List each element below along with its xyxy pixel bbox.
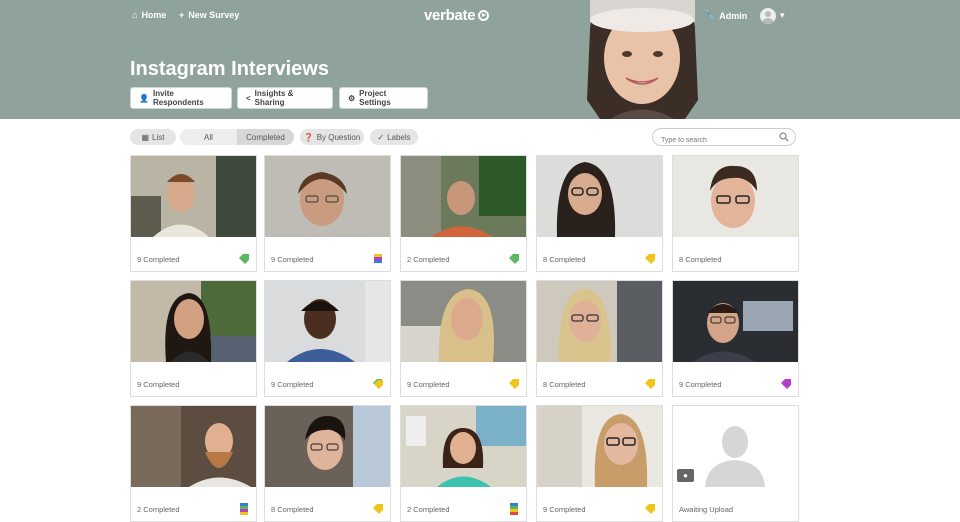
invite-respondents-button[interactable]: 👤 Invite Respondents xyxy=(130,87,232,109)
search-input[interactable] xyxy=(653,132,773,149)
logo-play-icon xyxy=(478,10,490,21)
card-status: 9 Completed xyxy=(137,255,180,264)
insights-sharing-button[interactable]: < Insights & Sharing xyxy=(237,87,333,109)
card-status: 8 Completed xyxy=(271,505,314,514)
status-filter: All Completed xyxy=(180,129,294,145)
notify-bell-icon[interactable]: ● xyxy=(677,469,694,482)
respondent-card[interactable]: 2 Completed xyxy=(400,405,527,522)
search-icon[interactable] xyxy=(779,132,789,142)
top-nav: ⌂ Home + New Survey verbate 🔧 Admin ▾ xyxy=(0,0,960,32)
admin-label: Admin xyxy=(719,10,748,21)
by-question-button[interactable]: ❓ By Question xyxy=(300,129,364,145)
header-banner: ⌂ Home + New Survey verbate 🔧 Admin ▾ In… xyxy=(0,0,960,119)
settings-label: Project Settings xyxy=(359,89,391,107)
question-icon: ❓ xyxy=(303,132,314,142)
chevron-down-icon[interactable]: ▾ xyxy=(780,10,785,21)
label-tag-icon xyxy=(509,379,519,389)
add-user-icon: 👤 xyxy=(139,93,149,103)
list-label: List xyxy=(152,132,165,142)
labels-label: Labels xyxy=(387,132,411,142)
respondent-thumbnail xyxy=(265,406,390,487)
label-stack-icon xyxy=(510,503,518,515)
card-status: 2 Completed xyxy=(407,505,450,514)
respondent-card[interactable]: 8 Completed xyxy=(672,155,799,272)
card-status: 9 Completed xyxy=(137,380,180,389)
label-stack-icon xyxy=(374,254,382,263)
card-status: 9 Completed xyxy=(679,380,722,389)
card-status: 9 Completed xyxy=(407,380,450,389)
card-status: Awaiting Upload xyxy=(679,505,734,514)
respondent-card[interactable]: 9 Completed xyxy=(264,280,391,397)
new-survey-link[interactable]: + New Survey xyxy=(179,10,239,20)
respondent-thumbnail xyxy=(673,281,798,362)
verbate-logo[interactable]: verbate xyxy=(424,7,490,24)
home-link[interactable]: ⌂ Home xyxy=(132,10,166,20)
respondent-card[interactable]: 8 Completed xyxy=(536,155,663,272)
respondent-thumbnail xyxy=(537,156,662,237)
project-settings-button[interactable]: ⚙ Project Settings xyxy=(339,87,428,109)
share-icon: < xyxy=(246,93,251,103)
page-title: Instagram Interviews xyxy=(130,58,329,80)
plus-icon: + xyxy=(179,10,185,20)
wrench-icon: 🔧 xyxy=(704,10,716,20)
respondent-card[interactable]: 8 Completed xyxy=(264,405,391,522)
respondent-card[interactable]: 9 Completed xyxy=(264,155,391,272)
insights-label: Insights & Sharing xyxy=(254,89,294,107)
labels-button[interactable]: ✓ Labels xyxy=(370,129,418,145)
respondent-thumbnail xyxy=(537,406,662,487)
label-stack-icon xyxy=(240,503,248,515)
label-tag-icon xyxy=(781,379,791,389)
card-status: 8 Completed xyxy=(543,380,586,389)
label-tag-icon xyxy=(509,254,519,264)
respondent-card[interactable]: 8 Completed xyxy=(536,280,663,397)
admin-link[interactable]: 🔧 Admin xyxy=(704,10,747,21)
label-tag-icon xyxy=(373,504,383,514)
home-label: Home xyxy=(141,10,167,20)
respondent-thumbnail xyxy=(401,406,526,487)
respondent-card[interactable]: 9 Completed xyxy=(536,405,663,522)
respondent-card[interactable]: 9 Completed xyxy=(672,280,799,397)
filter-all[interactable]: All xyxy=(180,129,237,145)
label-stack-icon xyxy=(373,379,383,389)
filter-bar: ▦ List All Completed ❓ By Question ✓ Lab… xyxy=(0,128,960,149)
home-icon: ⌂ xyxy=(132,10,138,20)
user-avatar[interactable] xyxy=(760,8,776,24)
card-status: 9 Completed xyxy=(543,505,586,514)
by-question-label: By Question xyxy=(316,132,361,142)
respondent-thumbnail xyxy=(131,281,256,362)
respondent-card[interactable]: 2 Completed xyxy=(400,155,527,272)
respondent-card[interactable]: 9 Completed xyxy=(400,280,527,397)
logo-text: verbate xyxy=(424,7,476,24)
list-view-button[interactable]: ▦ List xyxy=(130,129,176,145)
new-survey-label: New Survey xyxy=(188,10,240,20)
label-tag-icon xyxy=(645,504,655,514)
gear-icon: ⚙ xyxy=(348,93,356,103)
card-status: 9 Completed xyxy=(271,255,314,264)
respondent-thumbnail xyxy=(673,156,798,237)
search-box xyxy=(652,128,796,149)
list-icon: ▦ xyxy=(141,132,150,142)
respondent-card[interactable]: 2 Completed xyxy=(130,405,257,522)
respondent-card[interactable]: 9 Completed xyxy=(130,155,257,272)
label-tag-icon xyxy=(645,379,655,389)
respondent-thumbnail xyxy=(131,406,256,487)
respondent-card[interactable]: 9 Completed xyxy=(130,280,257,397)
card-status: 8 Completed xyxy=(543,255,586,264)
label-tag-icon xyxy=(645,254,655,264)
respondent-thumbnail xyxy=(131,156,256,237)
respondent-thumbnail xyxy=(265,156,390,237)
respondent-thumbnail xyxy=(401,281,526,362)
filter-completed[interactable]: Completed xyxy=(237,129,294,145)
invite-label: Invite Respondents xyxy=(152,89,204,107)
awaiting-upload-card[interactable]: ● Awaiting Upload xyxy=(672,405,799,522)
respondent-thumbnail xyxy=(265,281,390,362)
label-tag-icon xyxy=(239,254,249,264)
card-status: 8 Completed xyxy=(679,255,722,264)
card-status: 2 Completed xyxy=(137,505,180,514)
card-status: 9 Completed xyxy=(271,380,314,389)
respondent-thumbnail xyxy=(401,156,526,237)
respondent-thumbnail xyxy=(537,281,662,362)
card-status: 2 Completed xyxy=(407,255,450,264)
tag-icon: ✓ xyxy=(377,132,385,142)
